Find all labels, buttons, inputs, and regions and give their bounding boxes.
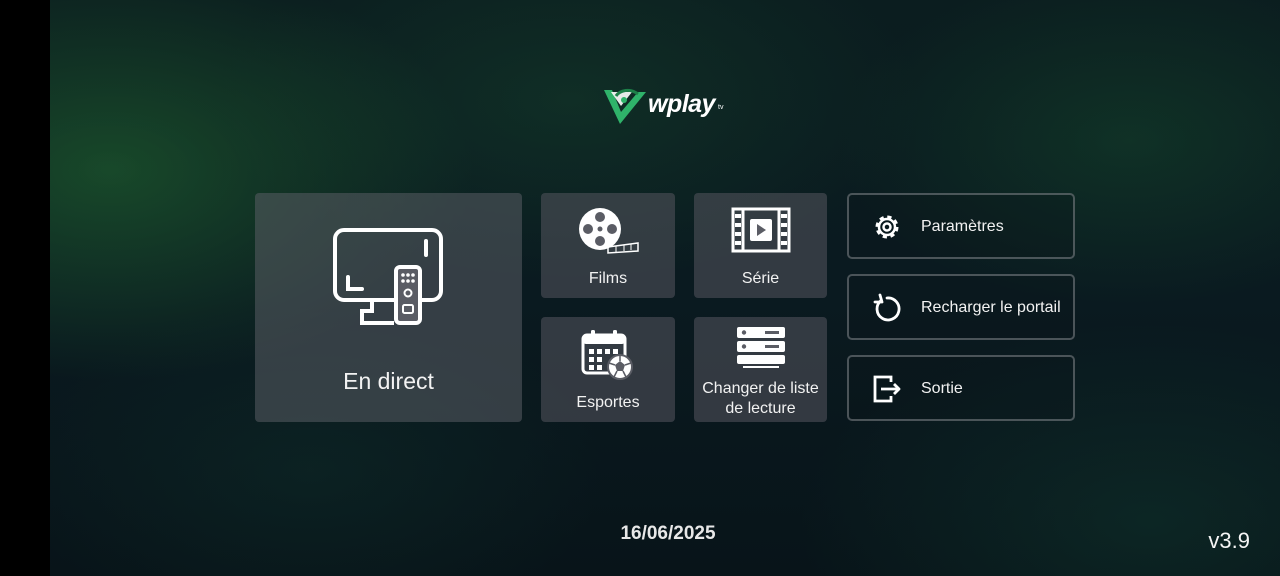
change-playlist-label-line1: Changer de liste [702, 380, 819, 397]
series-tile[interactable]: Série [694, 193, 827, 298]
settings-button[interactable]: Paramètres [847, 193, 1075, 259]
app-version: v3.9 [1208, 528, 1250, 553]
change-playlist-tile[interactable]: Changer de liste de lecture [694, 317, 827, 422]
exit-icon [873, 375, 901, 403]
series-label: Série [741, 270, 780, 287]
settings-label: Paramètres [921, 218, 1004, 235]
exit-button[interactable]: Sortie [847, 355, 1075, 421]
tv-remote-icon [333, 228, 443, 325]
change-playlist-label: Changer de liste de lecture [694, 379, 827, 419]
exit-label: Sortie [921, 380, 963, 397]
server-list-icon [737, 327, 785, 368]
logo-wordmark: wplay [648, 90, 715, 118]
reload-icon [873, 293, 901, 322]
gear-icon [875, 215, 899, 239]
film-strip-play-icon [731, 207, 791, 253]
change-playlist-label-line2: de lecture [725, 400, 796, 417]
home-screen: wplay tv En direct Films Série Esportes … [50, 0, 1280, 576]
reload-portal-label: Recharger le portail [921, 299, 1061, 316]
current-date: 16/06/2025 [620, 523, 716, 544]
left-black-bar [0, 0, 50, 576]
sports-tile[interactable]: Esportes [541, 317, 675, 422]
live-tv-tile[interactable]: En direct [255, 193, 522, 422]
film-reel-icon [579, 208, 639, 254]
films-tile[interactable]: Films [541, 193, 675, 298]
logo-tv-suffix: tv [718, 104, 724, 111]
wplay-logo: wplay tv [602, 86, 732, 128]
films-label: Films [588, 270, 628, 287]
reload-portal-button[interactable]: Recharger le portail [847, 274, 1075, 340]
wplay-logo-mark-icon [604, 88, 646, 124]
sports-label: Esportes [576, 394, 640, 411]
live-tv-label: En direct [343, 368, 434, 394]
calendar-soccer-icon [581, 330, 633, 380]
